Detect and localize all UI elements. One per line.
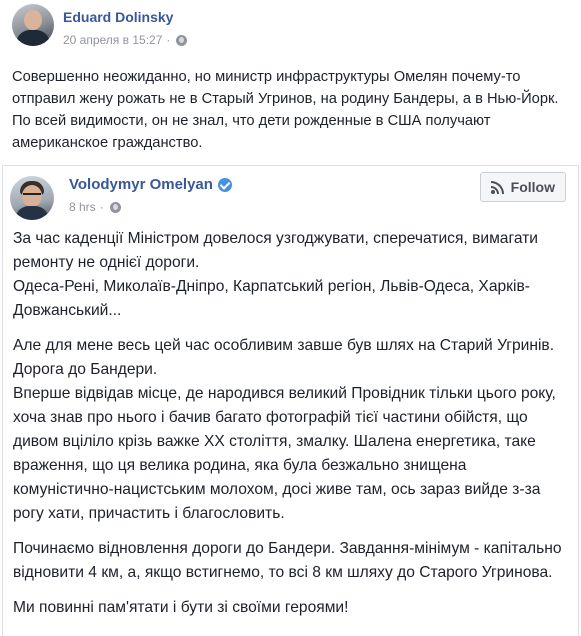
author-avatar[interactable] — [12, 4, 54, 46]
rss-icon — [490, 180, 505, 194]
outer-post-date[interactable]: 20 апреля в 15:27 — [63, 33, 162, 47]
paragraph: Ми повинні пам'ятати і бути зі своїми ге… — [13, 596, 571, 620]
text-line: Але для мене весь цей час особливим завш… — [13, 337, 555, 378]
outer-post-header: Eduard Dolinsky 20 апреля в 15:27 · — [0, 0, 581, 60]
follow-button[interactable]: Follow — [479, 172, 566, 202]
paragraph: Починаємо відновлення дороги до Бандери.… — [13, 537, 571, 585]
shared-post: Volodymyr Omelyan 8 hrs · Follow За час … — [2, 165, 579, 636]
meta-separator: · — [166, 33, 171, 47]
globe-icon[interactable] — [176, 34, 188, 46]
shared-post-text: За час каденції Міністром довелося узгод… — [13, 227, 571, 631]
text-line: Починаємо відновлення дороги до Бандери.… — [13, 540, 562, 581]
avatar-body — [15, 206, 49, 220]
paragraph: За час каденції Міністром довелося узгод… — [13, 227, 571, 323]
shared-author: Volodymyr Omelyan — [69, 176, 232, 193]
text-line: За час каденції Міністром довелося узгод… — [13, 230, 539, 271]
avatar-body — [16, 30, 50, 46]
verified-badge-icon — [217, 177, 232, 192]
avatar-glasses — [23, 193, 41, 199]
shared-post-meta: 8 hrs · — [69, 200, 121, 214]
paragraph: Але для мене весь цей час особливим завш… — [13, 334, 571, 526]
follow-label: Follow — [510, 179, 555, 195]
meta-separator: · — [99, 200, 104, 214]
shared-author-name[interactable]: Volodymyr Omelyan — [69, 176, 213, 193]
avatar-head — [24, 10, 42, 30]
globe-icon[interactable] — [109, 201, 121, 213]
text-line: Одеса-Рені, Миколаїв-Дніпро, Карпатський… — [13, 278, 530, 319]
outer-post-meta: 20 апреля в 15:27 · — [63, 33, 188, 47]
outer-post-text: Совершенно неожиданно, но министр инфрас… — [12, 69, 559, 151]
text-line: Вперше відвідав місце, де народився вели… — [13, 385, 556, 522]
text-line: Ми повинні пам'ятати і бути зі своїми ге… — [13, 599, 349, 616]
outer-author-name[interactable]: Eduard Dolinsky — [63, 9, 173, 25]
shared-post-time[interactable]: 8 hrs — [69, 200, 96, 214]
shared-author-avatar[interactable] — [10, 176, 54, 220]
